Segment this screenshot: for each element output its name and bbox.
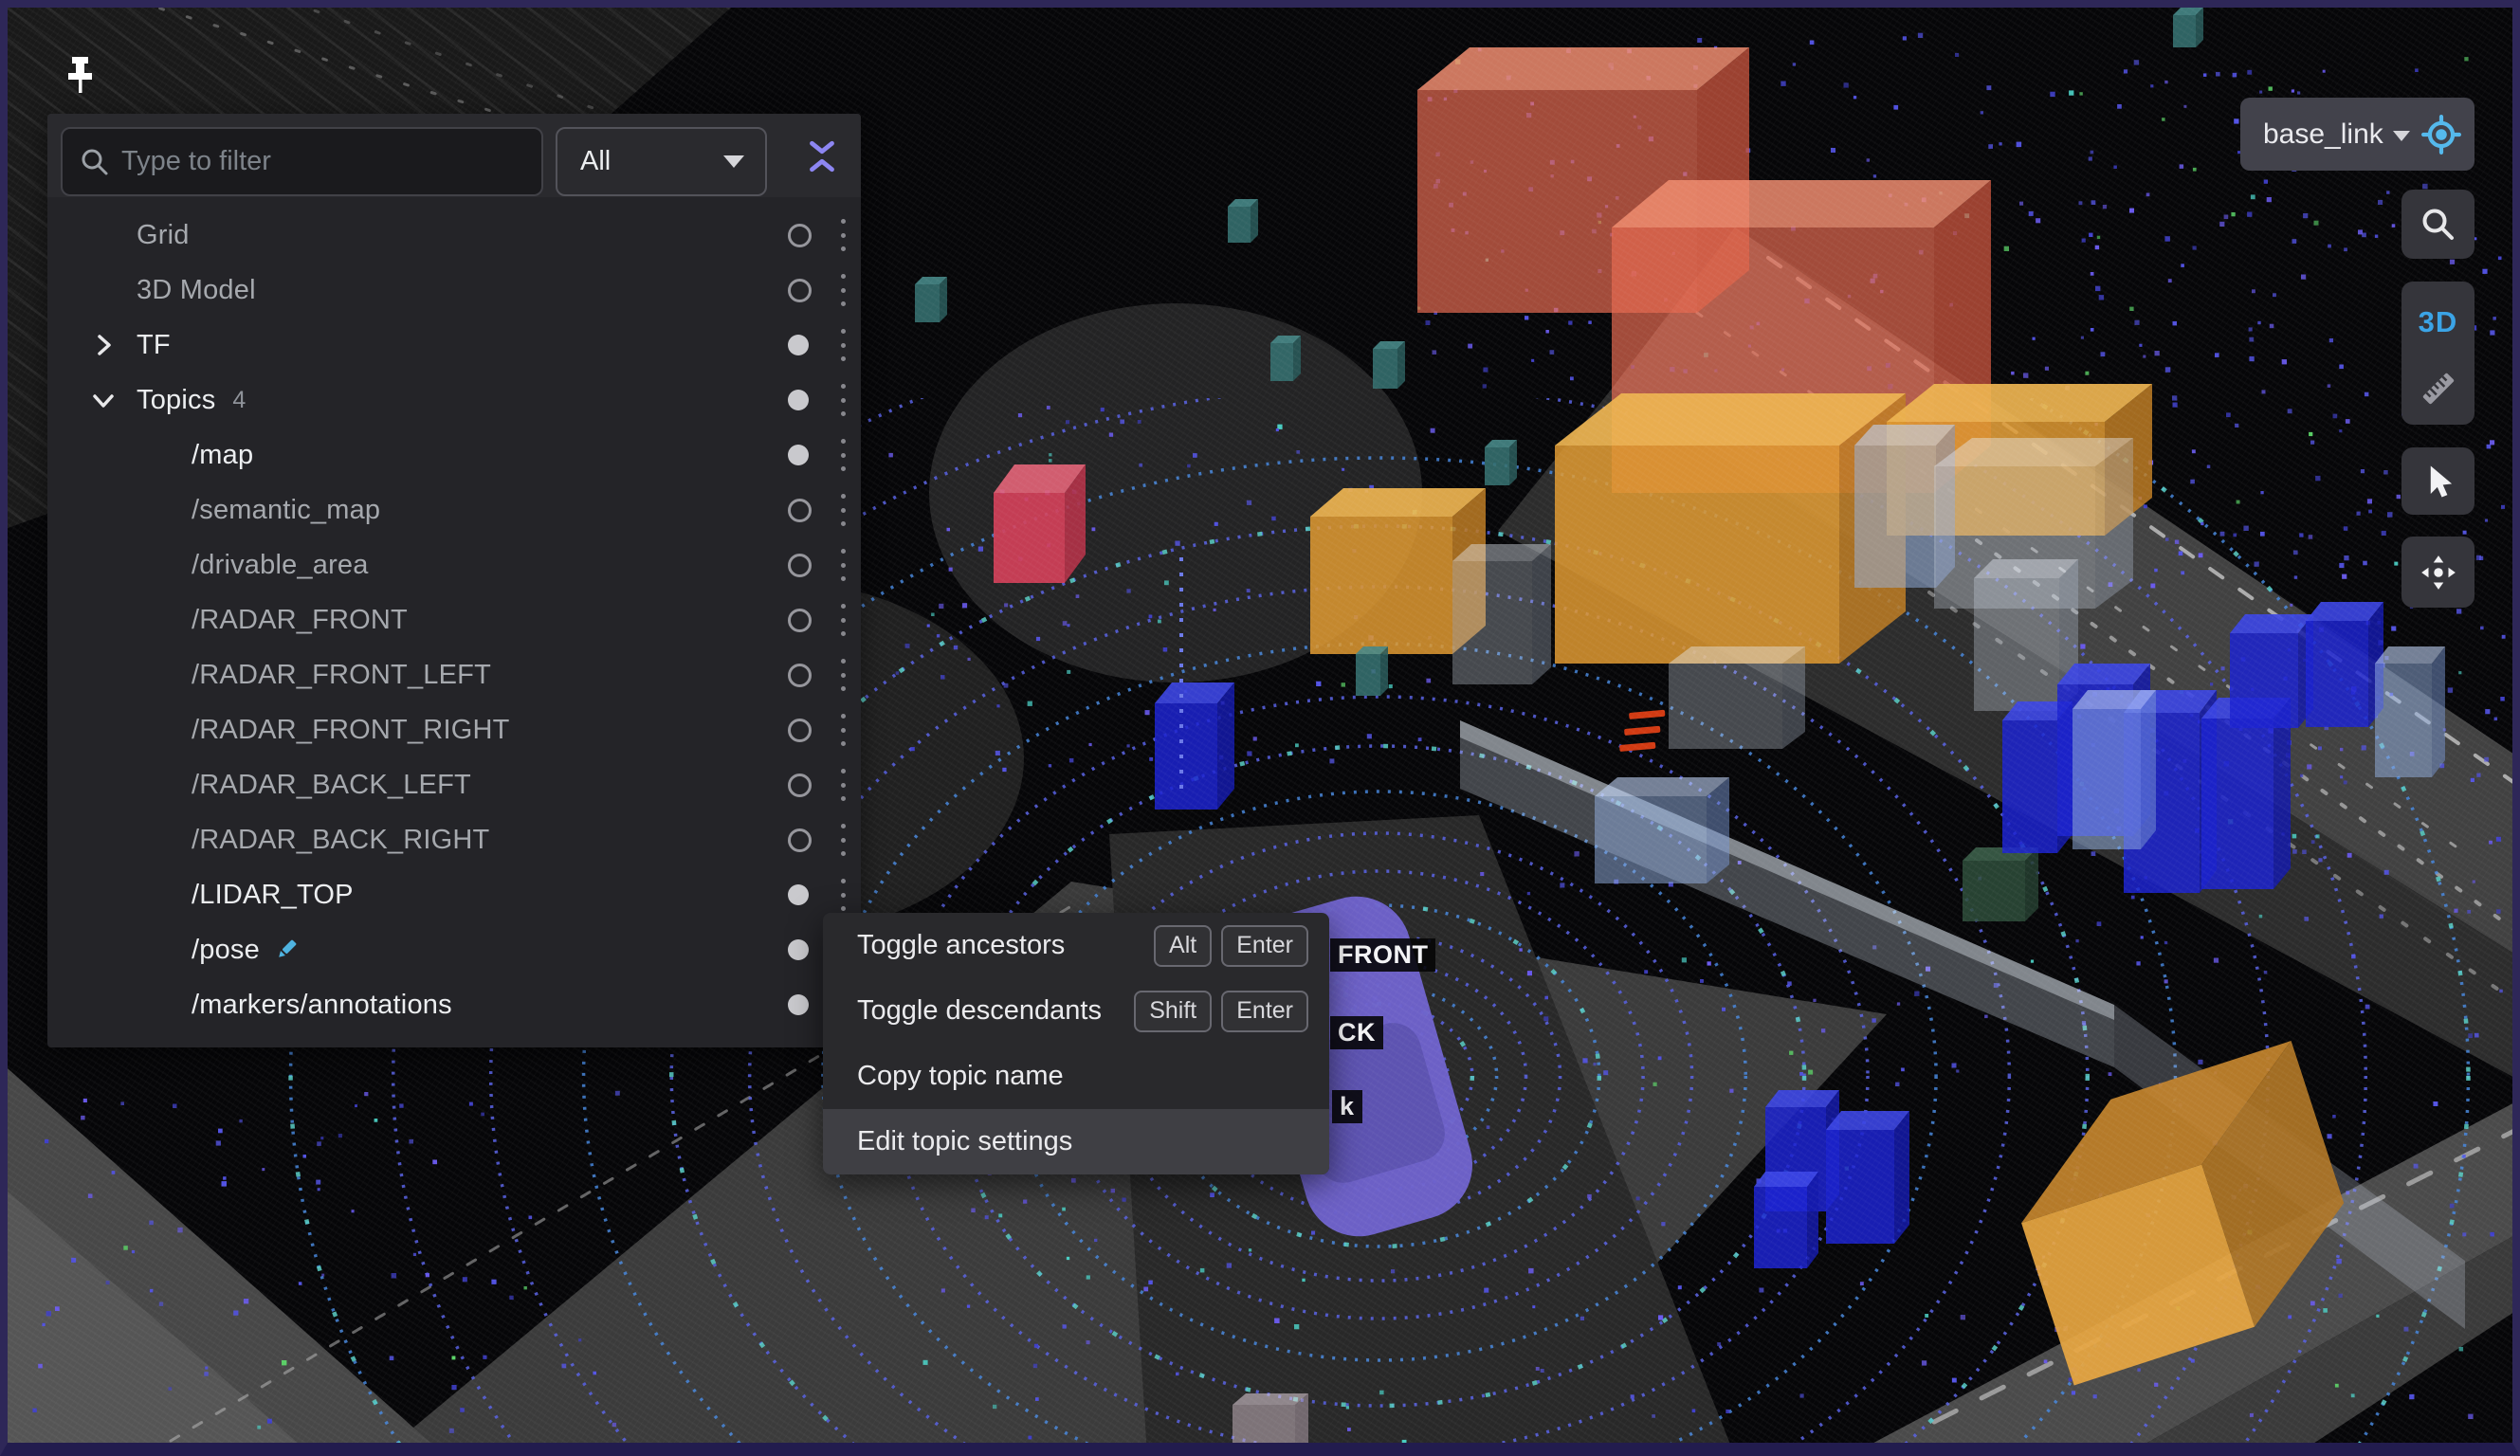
topic-label: TF: [137, 330, 171, 361]
topic-menu-button[interactable]: [836, 824, 849, 856]
topics-panel: All Grid 3D Model TF Topics 4/map/semantic_m…: [47, 114, 861, 1047]
shortcut-key: Enter: [1221, 925, 1308, 967]
topic-label: /RADAR_FRONT_LEFT: [192, 660, 491, 691]
topic-row--map[interactable]: /map: [47, 428, 861, 482]
topic-label: 3D Model: [137, 275, 256, 306]
chevron-down-icon: [723, 155, 744, 168]
topic-row-topics[interactable]: Topics 4: [47, 373, 861, 428]
topic-row--drivable-area[interactable]: /drivable_area: [47, 537, 861, 592]
chevron-right-icon[interactable]: [89, 331, 118, 359]
topic-menu-button[interactable]: [836, 439, 849, 471]
topic-menu-button[interactable]: [836, 659, 849, 691]
topic-row--radar-front-right[interactable]: /RADAR_FRONT_RIGHT: [47, 702, 861, 757]
topic-menu-button[interactable]: [836, 274, 849, 306]
move-icon: [2419, 553, 2458, 592]
visibility-toggle[interactable]: [788, 884, 809, 905]
chevron-down-icon[interactable]: [89, 386, 118, 414]
topic-row-3d-model[interactable]: 3D Model: [47, 263, 861, 318]
scene-search-button[interactable]: [2401, 190, 2474, 259]
display-frame-value: base_link: [2263, 118, 2383, 151]
cursor-icon: [2420, 463, 2457, 500]
topic-label: /RADAR_BACK_RIGHT: [192, 825, 489, 856]
visibility-toggle[interactable]: [788, 499, 812, 522]
topic-menu-button[interactable]: [836, 329, 849, 361]
topic-label: /drivable_area: [192, 550, 369, 581]
chevron-down-icon: [2393, 131, 2410, 141]
topic-label: Grid: [137, 220, 190, 251]
topic-row--semantic-map[interactable]: /semantic_map: [47, 482, 861, 537]
visibility-toggle[interactable]: [788, 939, 809, 960]
menu-item-toggle-ancestors[interactable]: Toggle ancestorsAltEnter: [823, 913, 1329, 978]
shortcut-key: Alt: [1154, 925, 1212, 967]
visibility-toggle[interactable]: [788, 828, 812, 852]
search-icon: [2420, 206, 2457, 244]
collapse-all-button[interactable]: [804, 138, 840, 174]
ruler-icon: [2417, 367, 2460, 410]
display-frame-selector[interactable]: base_link: [2240, 98, 2474, 171]
topic-row-tf[interactable]: TF: [47, 318, 861, 373]
topic-row--radar-front[interactable]: /RADAR_FRONT: [47, 592, 861, 647]
topic-row-grid[interactable]: Grid: [47, 208, 861, 263]
visibility-toggle[interactable]: [788, 224, 812, 247]
topic-menu-button[interactable]: [836, 769, 849, 801]
view-mode-group: 3D: [2401, 282, 2474, 425]
visibility-toggle[interactable]: [788, 774, 812, 797]
visibility-toggle[interactable]: [788, 994, 809, 1015]
app-window: FRONTCKk All Grid3D ModelTFTopics4/m: [0, 0, 2520, 1456]
topic-type-dropdown[interactable]: All: [556, 127, 767, 196]
search-icon: [80, 147, 110, 177]
pin-icon[interactable]: [59, 53, 102, 109]
edit-pencil-icon[interactable]: [273, 937, 300, 963]
topic-filter-input[interactable]: [119, 145, 541, 178]
topic-count: 4: [232, 387, 246, 414]
measure-button[interactable]: [2417, 360, 2460, 417]
topic-row--radar-front-left[interactable]: /RADAR_FRONT_LEFT: [47, 647, 861, 702]
shortcut-key: Enter: [1221, 991, 1308, 1032]
topic-label: /markers/annotations: [192, 990, 452, 1021]
topic-menu-button[interactable]: [836, 879, 849, 911]
topic-menu-button[interactable]: [836, 219, 849, 251]
topic-menu-button[interactable]: [836, 604, 849, 636]
visibility-toggle[interactable]: [788, 390, 809, 410]
topic-row--radar-back-left[interactable]: /RADAR_BACK_LEFT: [47, 757, 861, 812]
visibility-toggle[interactable]: [788, 664, 812, 687]
topic-label: /pose: [192, 935, 260, 966]
crosshair-icon: [2421, 115, 2461, 155]
visibility-toggle[interactable]: [788, 719, 812, 742]
topic-type-value: All: [580, 146, 723, 177]
topic-menu-button[interactable]: [836, 714, 849, 746]
visibility-toggle[interactable]: [788, 445, 809, 465]
visibility-toggle[interactable]: [788, 554, 812, 577]
topic-context-menu: Toggle ancestorsAltEnterToggle descendan…: [823, 913, 1329, 1174]
topic-label: Topics: [137, 385, 215, 416]
topic-row--pose[interactable]: /pose: [47, 922, 861, 977]
topic-label: /RADAR_FRONT: [192, 605, 408, 636]
topic-label: /RADAR_FRONT_RIGHT: [192, 715, 510, 746]
topic-row--markers-annotations[interactable]: /markers/annotations: [47, 977, 861, 1032]
topic-label: /RADAR_BACK_LEFT: [192, 770, 471, 801]
menu-item-toggle-descendants[interactable]: Toggle descendantsShiftEnter: [823, 978, 1329, 1044]
menu-item-copy-topic-name[interactable]: Copy topic name: [823, 1044, 1329, 1109]
topic-label: /semantic_map: [192, 495, 380, 526]
menu-item-edit-topic-settings[interactable]: Edit topic settings: [823, 1109, 1329, 1174]
topic-menu-button[interactable]: [836, 549, 849, 581]
topic-label: /LIDAR_TOP: [192, 880, 354, 911]
shortcut-key: Shift: [1134, 991, 1212, 1032]
topic-menu-button[interactable]: [836, 384, 849, 416]
topic-menu-button[interactable]: [836, 494, 849, 526]
visibility-toggle[interactable]: [788, 279, 812, 302]
toggle-3d-button[interactable]: 3D: [2419, 289, 2458, 355]
topic-list: Grid 3D Model TF Topics 4/map/semantic_map/d…: [47, 208, 861, 1032]
pan-tool-button[interactable]: [2401, 537, 2474, 608]
topic-row--lidar-top[interactable]: /LIDAR_TOP: [47, 867, 861, 922]
topic-label: /map: [192, 440, 253, 471]
select-tool-button[interactable]: [2401, 447, 2474, 515]
collapse-all-icon: [804, 138, 840, 174]
visibility-toggle[interactable]: [788, 609, 812, 632]
topic-row--radar-back-right[interactable]: /RADAR_BACK_RIGHT: [47, 812, 861, 867]
topic-filter-field[interactable]: [61, 127, 543, 196]
visibility-toggle[interactable]: [788, 335, 809, 355]
